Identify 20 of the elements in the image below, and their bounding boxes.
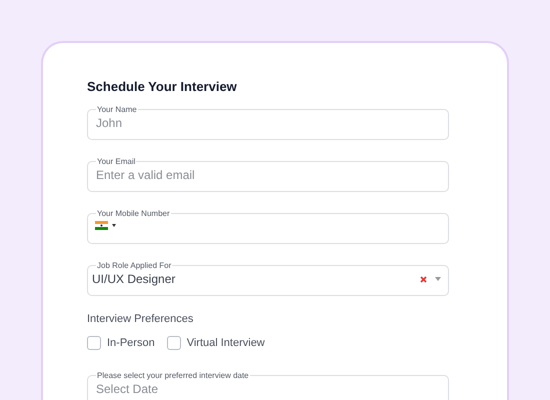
form-title: Schedule Your Interview [87,79,238,94]
field-label: Please select your preferred interview date [96,371,250,380]
text-field[interactable]: Your Email Enter a valid email [87,157,449,192]
field-label: Job Role Applied For [96,261,172,270]
checkbox[interactable] [166,336,181,350]
job-role-select[interactable]: Job Role Applied For UI/UX Designer [87,261,449,296]
flag-icon[interactable] [95,221,108,230]
clear-icon[interactable] [420,276,427,282]
selected-value: UI/UX Designer [92,272,176,286]
field-label: Your Mobile Number [96,209,171,218]
section-label: Interview Preferences [87,313,194,325]
checkbox[interactable] [87,336,101,350]
checkbox-label: In-Person [107,337,155,349]
caret-icon[interactable] [112,224,116,227]
field-label: Your Email [96,157,136,166]
text-field[interactable]: Your Name John [87,105,449,140]
phone-field[interactable]: Your Mobile Number [87,209,449,244]
date-field[interactable]: Please select your preferred interview date Select Date [87,371,449,400]
checkbox-label: Virtual Interview [186,337,265,349]
field-label: Your Name [96,105,138,114]
